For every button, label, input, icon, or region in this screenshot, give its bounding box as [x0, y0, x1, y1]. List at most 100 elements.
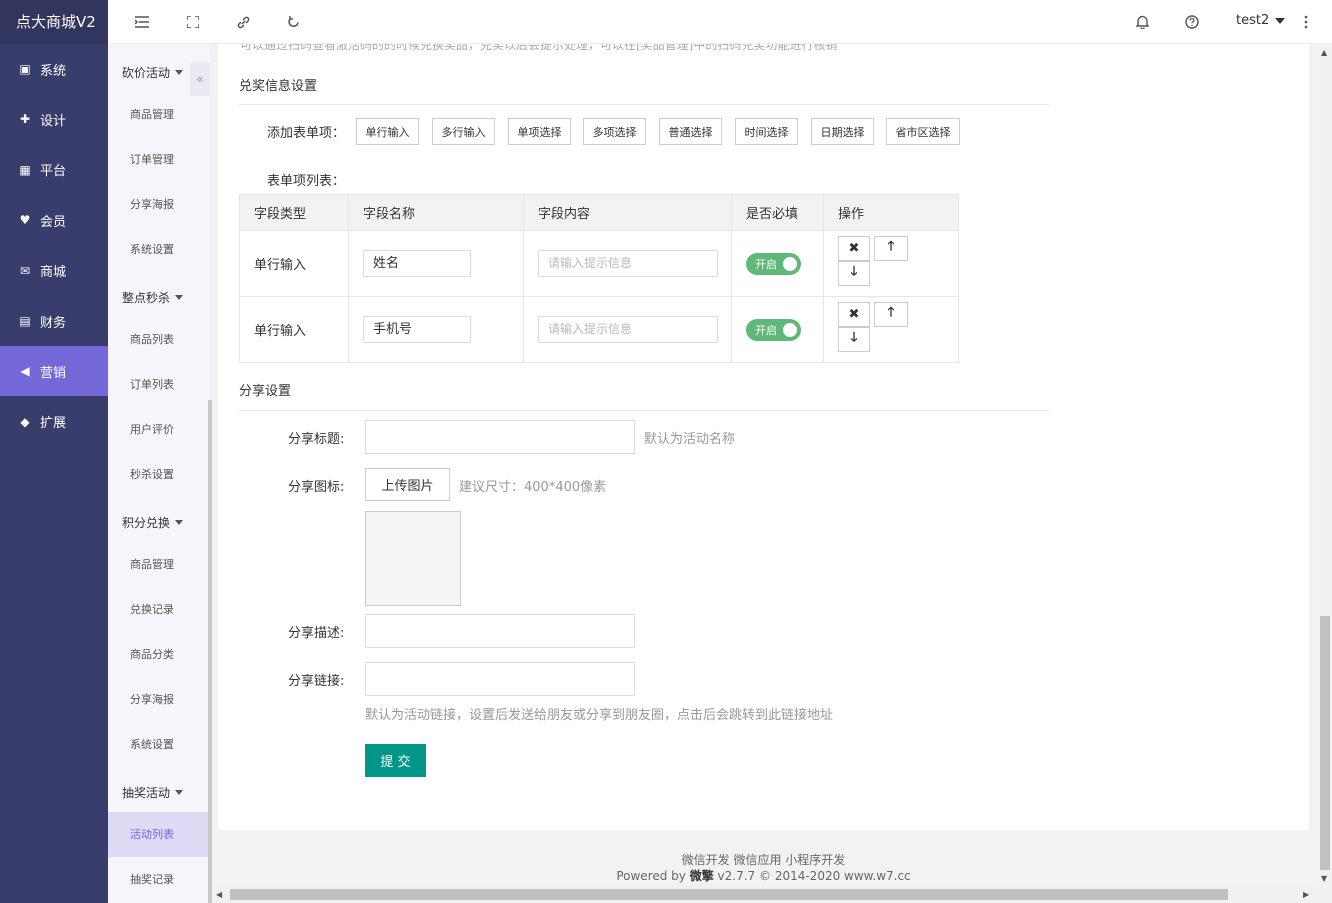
sub-item[interactable]: 系统设置 [108, 722, 210, 767]
add-field-button[interactable]: 日期选择 [811, 118, 874, 145]
delete-row-button[interactable]: ✖ [838, 235, 870, 261]
sub-item[interactable]: 订单管理 [108, 137, 210, 182]
nav-item-1[interactable]: ✚ 设计 [0, 94, 108, 144]
scroll-up-arrow-icon[interactable]: ▲ [1321, 48, 1327, 57]
sub-item[interactable]: 商品管理 [108, 92, 210, 137]
add-field-button[interactable]: 单行输入 [356, 118, 419, 145]
add-field-button[interactable]: 多行输入 [432, 118, 495, 145]
sub-group-3[interactable]: 抽奖活动 [122, 784, 184, 801]
sidebar-collapse-button[interactable]: « [190, 62, 210, 96]
footer-links[interactable]: 微信开发 微信应用 小程序开发 [218, 852, 1309, 868]
share-image-preview [365, 511, 461, 606]
menu-fold-icon[interactable] [132, 12, 152, 32]
scroll-right-arrow-icon[interactable]: ▶ [1303, 890, 1309, 899]
nav-item-label: 设计 [40, 113, 67, 129]
table-row: 单行输入 姓名 请输入提示信息 开启 ✖ 🡑 🡓 [239, 230, 959, 297]
sub-item[interactable]: 活动列表 [108, 812, 210, 857]
share-desc-input[interactable] [365, 614, 635, 648]
field-content-input[interactable]: 请输入提示信息 [538, 316, 718, 343]
form-fields-table: 字段类型 字段名称 字段内容 是否必填 操作 单行输入 姓名 请输入提示信息 开启 ✖ 🡑… [239, 194, 959, 363]
nav-item-label: 财务 [40, 315, 67, 331]
th-field-content: 字段内容 [523, 194, 732, 231]
divider [239, 410, 1049, 411]
add-field-button[interactable]: 普通选择 [659, 118, 722, 145]
sub-group-label: 抽奖活动 [122, 786, 171, 800]
caret-down-icon [175, 520, 184, 525]
bell-icon[interactable] [1132, 12, 1152, 32]
link-icon[interactable] [233, 12, 253, 32]
share-title-input[interactable] [365, 420, 635, 454]
add-field-button[interactable]: 单项选择 [508, 118, 571, 145]
sub-item[interactable]: 抽奖记录 [108, 857, 210, 902]
nav-item-3[interactable]: ♥ 会员 [0, 195, 108, 245]
add-field-button[interactable]: 时间选择 [735, 118, 798, 145]
app-logo: 点大商城V2 [0, 0, 108, 44]
sub-group-1[interactable]: 整点秒杀 [122, 289, 184, 306]
wallet-icon: ▤ [19, 314, 31, 328]
sub-item[interactable]: 秒杀设置 [108, 452, 210, 497]
required-toggle[interactable]: 开启 [746, 318, 801, 341]
sub-item[interactable]: 分享海报 [108, 677, 210, 722]
share-link-input[interactable] [365, 662, 635, 696]
nav-item-4[interactable]: ✉ 商城 [0, 246, 108, 296]
sub-item[interactable]: 分享海报 [108, 182, 210, 227]
nav-item-5[interactable]: ▤ 财务 [0, 296, 108, 346]
upload-image-button[interactable]: 上传图片 [365, 468, 450, 501]
double-chevron-left-icon: « [196, 72, 204, 86]
more-vertical-icon[interactable] [1296, 12, 1316, 32]
nav-item-label: 平台 [40, 164, 67, 180]
sub-item[interactable]: 商品分类 [108, 632, 210, 677]
field-name-input[interactable]: 姓名 [363, 250, 471, 277]
add-field-button[interactable]: 多项选择 [583, 118, 646, 145]
move-up-button[interactable]: 🡑 [874, 235, 908, 261]
sub-item[interactable]: 用户评价 [108, 407, 210, 452]
add-field-button[interactable]: 省市区选择 [886, 118, 960, 145]
close-icon: ✖ [848, 306, 860, 322]
move-down-button[interactable]: 🡓 [838, 260, 870, 286]
caret-down-icon [175, 790, 184, 795]
divider [239, 104, 1049, 105]
sub-sidebar-scrollbar[interactable] [208, 400, 212, 903]
share-link-hint: 默认为活动链接，设置后发送给朋友或分享到朋友圈，点击后会跳转到此链接地址 [365, 708, 834, 723]
sub-group-2[interactable]: 积分兑换 [122, 514, 184, 531]
sub-group-label: 砍价活动 [122, 66, 171, 80]
sub-group-0[interactable]: 砍价活动 [122, 64, 184, 81]
scroll-left-arrow-icon[interactable]: ◀ [216, 890, 222, 899]
move-up-button[interactable]: 🡑 [874, 301, 908, 327]
footer-powered: Powered by 微擎 v2.7.7 © 2014-2020 www.w7.… [218, 868, 1309, 884]
nav-item-0[interactable]: ▣ 系统 [0, 44, 108, 94]
footer-brand[interactable]: 微擎 [690, 869, 714, 883]
move-down-button[interactable]: 🡓 [838, 326, 870, 352]
heart-icon: ♥ [19, 213, 31, 228]
sub-item[interactable]: 系统设置 [108, 227, 210, 272]
sub-item[interactable]: 订单列表 [108, 362, 210, 407]
user-menu[interactable]: test2 [1236, 13, 1286, 28]
horizontal-scroll-thumb[interactable] [230, 889, 1228, 900]
vertical-scroll-thumb[interactable] [1320, 616, 1330, 870]
help-icon[interactable] [1182, 12, 1202, 32]
row-actions: ✖ 🡑 🡓 [838, 235, 918, 292]
submit-button[interactable]: 提 交 [365, 744, 426, 777]
nav-item-label: 系统 [40, 63, 67, 79]
nav-item-7[interactable]: ◆ 扩展 [0, 397, 108, 447]
field-content-input[interactable]: 请输入提示信息 [538, 250, 718, 277]
add-fields-label: 添加表单项： [267, 126, 346, 141]
sub-item[interactable]: 兑换记录 [108, 587, 210, 632]
field-name-input[interactable]: 手机号 [363, 316, 471, 343]
truncated-note: 可以通过扫码查看激活码的的时候兑换奖品，兑奖以后会提示处理，可以在[奖品管理]中… [240, 44, 838, 52]
close-icon: ✖ [848, 240, 860, 256]
scroll-down-arrow-icon[interactable]: ▼ [1321, 874, 1327, 883]
box-icon: ◆ [20, 414, 30, 429]
share-title-label: 分享标题: [288, 432, 345, 447]
nav-item-2[interactable]: ▦ 平台 [0, 145, 108, 195]
toggle-knob [783, 256, 797, 271]
delete-row-button[interactable]: ✖ [838, 301, 870, 327]
sub-item[interactable]: 商品列表 [108, 317, 210, 362]
required-toggle[interactable]: 开启 [746, 252, 801, 275]
nav-item-6[interactable]: ◀ 营销 [0, 346, 108, 397]
fullscreen-icon[interactable] [183, 12, 203, 32]
refresh-icon[interactable] [283, 12, 303, 32]
sub-group-label: 积分兑换 [122, 516, 171, 530]
caret-down-icon [175, 70, 184, 75]
sub-item[interactable]: 商品管理 [108, 542, 210, 587]
